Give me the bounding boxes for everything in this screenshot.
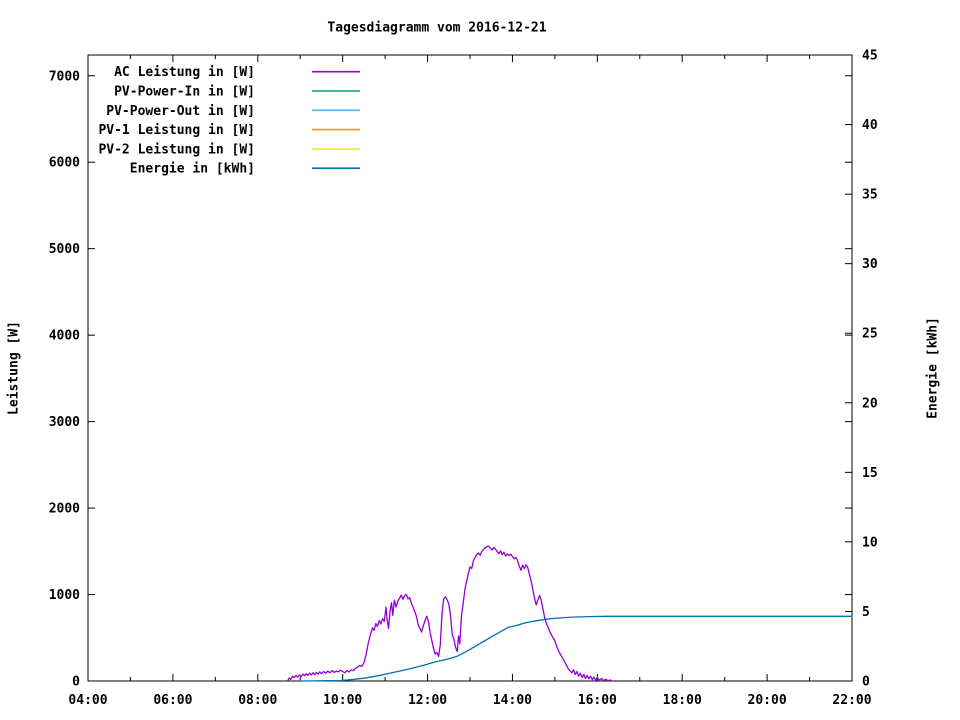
y-left-tick-label: 0 xyxy=(72,675,80,690)
x-tick-label: 16:00 xyxy=(578,693,617,708)
legend-label-pv-power-in-in-w: PV-Power-In in [W] xyxy=(114,85,255,100)
legend-label-energie-in-kwh: Energie in [kWh] xyxy=(130,162,255,177)
y-right-tick-label: 20 xyxy=(862,396,878,411)
legend-label-pv-2-leistung-in-w: PV-2 Leistung in [W] xyxy=(98,142,255,157)
y-right-tick-label: 15 xyxy=(862,466,878,481)
x-tick-label: 08:00 xyxy=(238,693,277,708)
y-right-tick-label: 40 xyxy=(862,118,878,133)
y-left-tick-label: 3000 xyxy=(49,415,80,430)
x-tick-label: 22:00 xyxy=(832,693,871,708)
x-tick-label: 18:00 xyxy=(663,693,702,708)
y-right-tick-label: 0 xyxy=(862,675,870,690)
y-right-tick-label: 25 xyxy=(862,327,878,342)
series-line-ac-leistung-in-w xyxy=(286,545,613,682)
y-left-tick-label: 6000 xyxy=(49,156,80,171)
x-tick-label: 20:00 xyxy=(748,693,787,708)
x-tick-label: 14:00 xyxy=(493,693,532,708)
y-right-tick-label: 35 xyxy=(862,188,878,203)
y-left-tick-label: 2000 xyxy=(49,502,80,517)
legend-label-pv-1-leistung-in-w: PV-1 Leistung in [W] xyxy=(98,123,255,138)
y-left-tick-label: 4000 xyxy=(49,329,80,344)
y-left-tick-label: 7000 xyxy=(49,69,80,84)
x-tick-label: 10:00 xyxy=(323,693,362,708)
plot-area: 04:00 06:00 08:00 10:00 12:00 14:00 16:00 18:00… xyxy=(49,49,878,709)
y-right-tick-label: 10 xyxy=(862,535,878,550)
x-tick-label: 06:00 xyxy=(153,693,192,708)
legend-label-ac-leistung-in-w: AC Leistung in [W] xyxy=(114,65,255,80)
y-left-tick-label: 5000 xyxy=(49,242,80,257)
chart-canvas: Tagesdiagramm vom 2016-12-21 Leistung [W… xyxy=(0,0,960,720)
y-left-tick-label: 1000 xyxy=(49,588,80,603)
y-right-tick-label: 30 xyxy=(862,257,878,272)
x-tick-label: 04:00 xyxy=(68,693,107,708)
series-line-energie-in-kwh xyxy=(299,615,853,682)
legend-label-pv-power-out-in-w: PV-Power-Out in [W] xyxy=(106,104,255,119)
y-right-tick-label: 5 xyxy=(862,605,870,620)
x-tick-label: 12:00 xyxy=(408,693,447,708)
y-right-tick-label: 45 xyxy=(862,49,878,64)
